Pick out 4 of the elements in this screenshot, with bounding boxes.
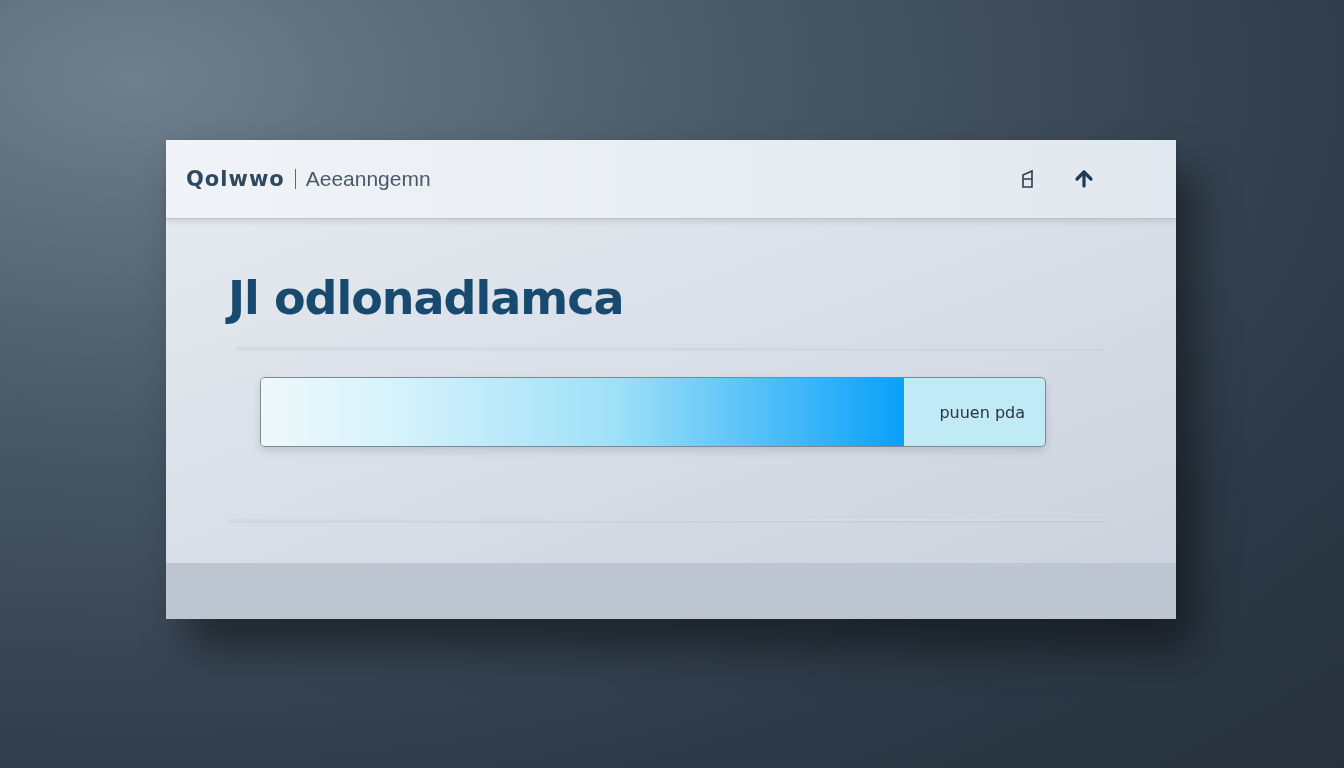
panel-icon[interactable] [1020, 169, 1036, 189]
progress-label: puuen pda [939, 402, 1025, 422]
header-subtitle: Aeeanngemn [305, 167, 431, 191]
brand-name: Qolwwo [186, 167, 285, 191]
